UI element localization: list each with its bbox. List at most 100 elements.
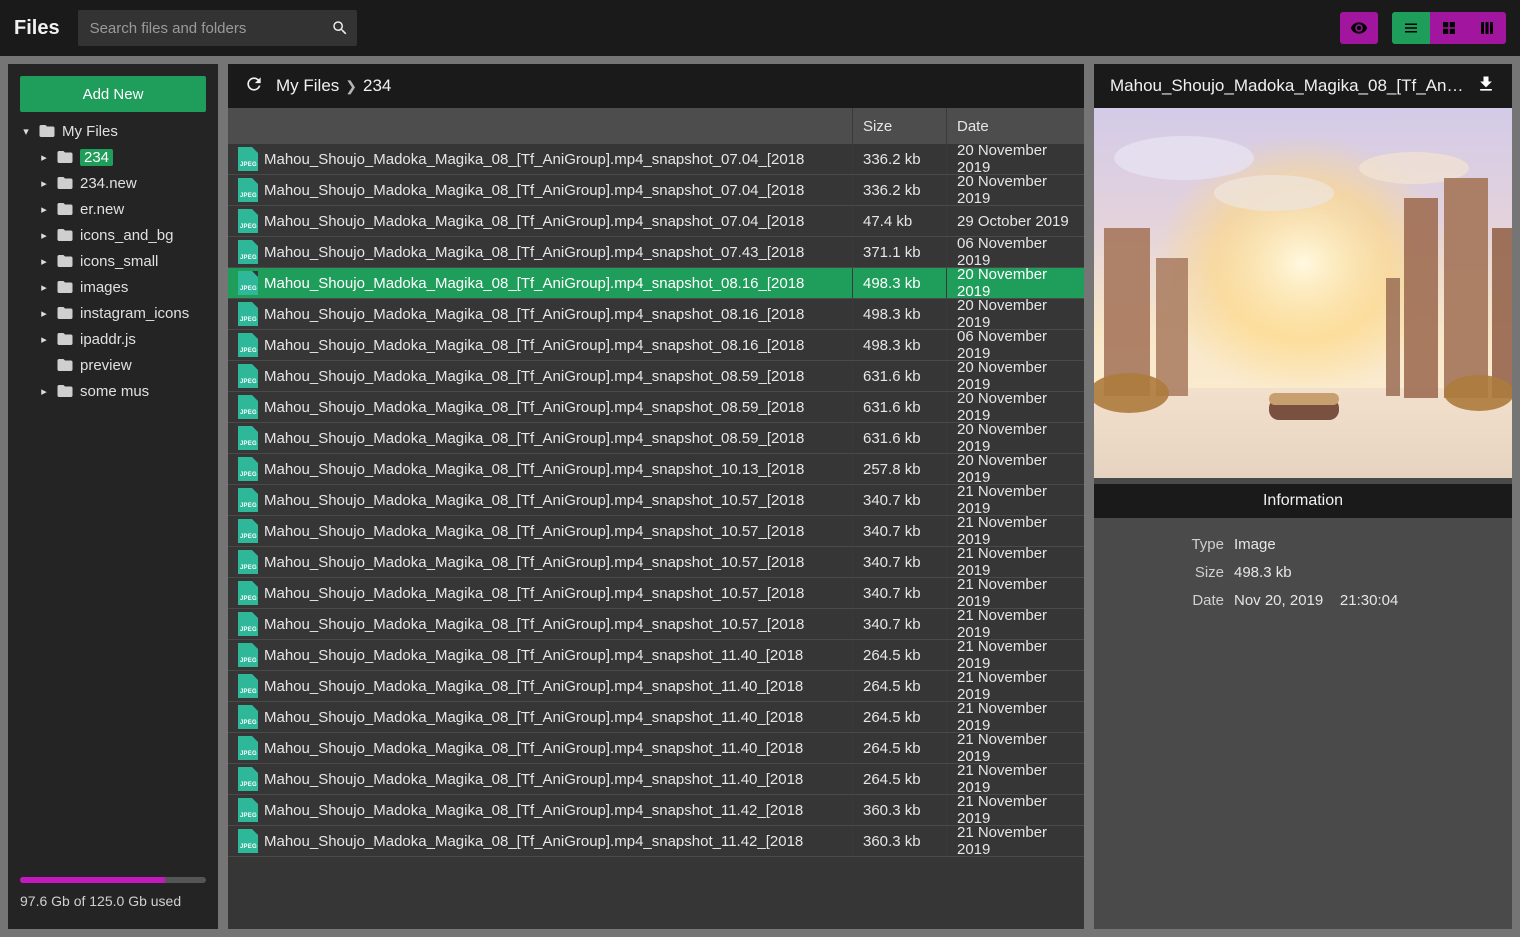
file-name: Mahou_Shoujo_Madoka_Magika_08_[Tf_AniGro… (264, 306, 804, 323)
file-size: 498.3 kb (852, 330, 946, 360)
main-header: My Files ❯ 234 (228, 64, 1084, 108)
folder-icon (56, 174, 74, 192)
table-row[interactable]: Mahou_Shoujo_Madoka_Magika_08_[Tf_AniGro… (228, 795, 1084, 826)
table-row[interactable]: Mahou_Shoujo_Madoka_Magika_08_[Tf_AniGro… (228, 733, 1084, 764)
info-value-date: Nov 20, 2019 21:30:04 (1234, 592, 1512, 620)
table-row[interactable]: Mahou_Shoujo_Madoka_Magika_08_[Tf_AniGro… (228, 640, 1084, 671)
tree-item[interactable]: ▸er.new (20, 196, 206, 222)
file-name: Mahou_Shoujo_Madoka_Magika_08_[Tf_AniGro… (264, 833, 803, 850)
file-size: 371.1 kb (852, 237, 946, 267)
file-date: 21 November 2019 (946, 702, 1084, 732)
storage-usage: 97.6 Gb of 125.0 Gb used (20, 877, 206, 917)
file-date: 20 November 2019 (946, 144, 1084, 174)
folder-icon (56, 330, 74, 348)
file-size: 631.6 kb (852, 423, 946, 453)
jpeg-file-icon (238, 798, 258, 822)
tree-item[interactable]: ▸some mus (20, 378, 206, 404)
jpeg-file-icon (238, 643, 258, 667)
table-row[interactable]: Mahou_Shoujo_Madoka_Magika_08_[Tf_AniGro… (228, 826, 1084, 857)
table-body[interactable]: Mahou_Shoujo_Madoka_Magika_08_[Tf_AniGro… (228, 144, 1084, 929)
folder-icon (38, 122, 56, 140)
chevron-down-icon: ▾ (20, 125, 32, 138)
refresh-button[interactable] (244, 74, 264, 99)
main-panel: My Files ❯ 234 Size Date Mahou_Shoujo_Ma… (228, 64, 1084, 929)
search-input[interactable] (78, 10, 323, 46)
table-row[interactable]: Mahou_Shoujo_Madoka_Magika_08_[Tf_AniGro… (228, 361, 1084, 392)
file-date: 20 November 2019 (946, 361, 1084, 391)
tree-item-label: 234 (80, 149, 113, 166)
search-wrap (78, 10, 357, 46)
chevron-right-icon: ▸ (38, 385, 50, 398)
table-row[interactable]: Mahou_Shoujo_Madoka_Magika_08_[Tf_AniGro… (228, 764, 1084, 795)
table-row[interactable]: Mahou_Shoujo_Madoka_Magika_08_[Tf_AniGro… (228, 299, 1084, 330)
chevron-right-icon: ▸ (38, 307, 50, 320)
tree-item[interactable]: ▸icons_and_bg (20, 222, 206, 248)
tree-item[interactable]: ▸234.new (20, 170, 206, 196)
jpeg-file-icon (238, 519, 258, 543)
file-name: Mahou_Shoujo_Madoka_Magika_08_[Tf_AniGro… (264, 771, 803, 788)
details-title: Mahou_Shoujo_Madoka_Magika_08_[Tf_AniGro… (1110, 76, 1464, 96)
table-row[interactable]: Mahou_Shoujo_Madoka_Magika_08_[Tf_AniGro… (228, 547, 1084, 578)
table-row[interactable]: Mahou_Shoujo_Madoka_Magika_08_[Tf_AniGro… (228, 578, 1084, 609)
jpeg-file-icon (238, 705, 258, 729)
table-row[interactable]: Mahou_Shoujo_Madoka_Magika_08_[Tf_AniGro… (228, 671, 1084, 702)
col-header-size[interactable]: Size (852, 108, 946, 144)
list-view-button[interactable] (1392, 12, 1430, 44)
download-button[interactable] (1476, 74, 1496, 99)
tree-item[interactable]: ▸icons_small (20, 248, 206, 274)
file-name: Mahou_Shoujo_Madoka_Magika_08_[Tf_AniGro… (264, 709, 803, 726)
chevron-right-icon: ▸ (38, 203, 50, 216)
file-date: 06 November 2019 (946, 237, 1084, 267)
jpeg-file-icon (238, 767, 258, 791)
file-size: 340.7 kb (852, 547, 946, 577)
folder-icon (56, 382, 74, 400)
chevron-right-icon: ▸ (38, 229, 50, 242)
tree-item[interactable]: ▸ipaddr.js (20, 326, 206, 352)
search-button[interactable] (323, 10, 357, 46)
table-row[interactable]: Mahou_Shoujo_Madoka_Magika_08_[Tf_AniGro… (228, 423, 1084, 454)
tree-item[interactable]: ▸234 (20, 144, 206, 170)
file-name: Mahou_Shoujo_Madoka_Magika_08_[Tf_AniGro… (264, 523, 804, 540)
file-size: 257.8 kb (852, 454, 946, 484)
app-title: Files (14, 17, 60, 40)
jpeg-file-icon (238, 271, 258, 295)
table-row[interactable]: Mahou_Shoujo_Madoka_Magika_08_[Tf_AniGro… (228, 702, 1084, 733)
table-row[interactable]: Mahou_Shoujo_Madoka_Magika_08_[Tf_AniGro… (228, 144, 1084, 175)
jpeg-file-icon (238, 209, 258, 233)
file-date: 21 November 2019 (946, 671, 1084, 701)
tree-item-label: instagram_icons (80, 305, 189, 322)
table-row[interactable]: Mahou_Shoujo_Madoka_Magika_08_[Tf_AniGro… (228, 392, 1084, 423)
table-row[interactable]: Mahou_Shoujo_Madoka_Magika_08_[Tf_AniGro… (228, 175, 1084, 206)
table-row[interactable]: Mahou_Shoujo_Madoka_Magika_08_[Tf_AniGro… (228, 516, 1084, 547)
table-row[interactable]: Mahou_Shoujo_Madoka_Magika_08_[Tf_AniGro… (228, 609, 1084, 640)
file-name: Mahou_Shoujo_Madoka_Magika_08_[Tf_AniGro… (264, 740, 803, 757)
file-date: 21 November 2019 (946, 733, 1084, 763)
jpeg-file-icon (238, 147, 258, 171)
tree-item[interactable]: preview (20, 352, 206, 378)
add-new-button[interactable]: Add New (20, 76, 206, 112)
breadcrumb-root[interactable]: My Files (276, 76, 339, 96)
tree-item[interactable]: ▸ instagram_icons (20, 300, 206, 326)
tree-item[interactable]: ▸images (20, 274, 206, 300)
table-row[interactable]: Mahou_Shoujo_Madoka_Magika_08_[Tf_AniGro… (228, 454, 1084, 485)
grid-view-button[interactable] (1430, 12, 1468, 44)
chevron-right-icon: ❯ (345, 78, 357, 95)
columns-view-button[interactable] (1468, 12, 1506, 44)
eye-button[interactable] (1340, 12, 1378, 44)
file-name: Mahou_Shoujo_Madoka_Magika_08_[Tf_AniGro… (264, 399, 804, 416)
file-date: 20 November 2019 (946, 392, 1084, 422)
table-row[interactable]: Mahou_Shoujo_Madoka_Magika_08_[Tf_AniGro… (228, 330, 1084, 361)
file-date: 21 November 2019 (946, 578, 1084, 608)
breadcrumb: My Files ❯ 234 (276, 76, 391, 96)
table-row[interactable]: Mahou_Shoujo_Madoka_Magika_08_[Tf_AniGro… (228, 485, 1084, 516)
file-date: 29 October 2019 (946, 206, 1084, 236)
content: Add New ▾ My Files ▸234▸234.new▸er.new▸i… (0, 56, 1520, 937)
col-header-date[interactable]: Date (946, 108, 1084, 144)
file-size: 336.2 kb (852, 144, 946, 174)
tree-root[interactable]: ▾ My Files (20, 118, 206, 144)
jpeg-file-icon (238, 488, 258, 512)
table-row[interactable]: Mahou_Shoujo_Madoka_Magika_08_[Tf_AniGro… (228, 237, 1084, 268)
table-row[interactable]: Mahou_Shoujo_Madoka_Magika_08_[Tf_AniGro… (228, 268, 1084, 299)
table-row[interactable]: Mahou_Shoujo_Madoka_Magika_08_[Tf_AniGro… (228, 206, 1084, 237)
breadcrumb-current: 234 (363, 76, 391, 96)
